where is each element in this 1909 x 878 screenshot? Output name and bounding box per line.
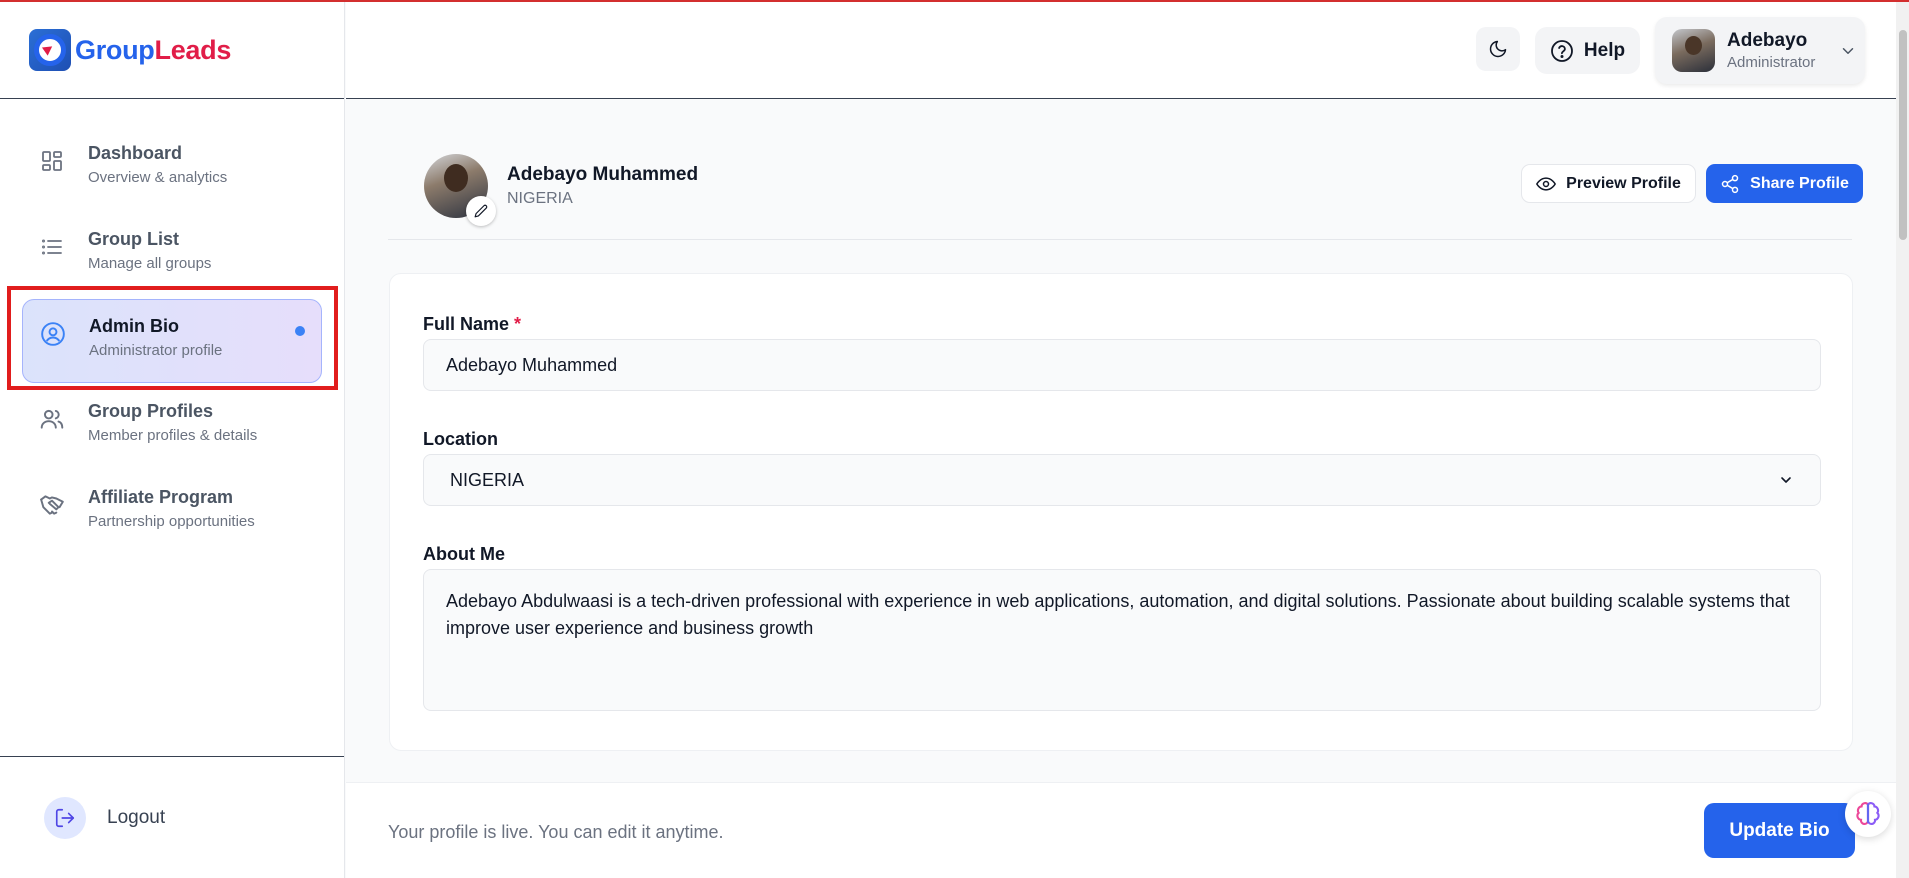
dark-mode-toggle[interactable] [1476,27,1520,71]
full-name-input[interactable]: Adebayo Muhammed [423,339,1821,391]
preview-profile-label: Preview Profile [1566,174,1681,192]
edit-avatar-button[interactable] [466,196,496,226]
grid-icon [38,147,66,175]
location-label: Location [423,429,498,449]
chevron-down-icon [1781,477,1791,483]
sidebar-item-label: Affiliate Program [88,487,234,507]
sidebar-item-affiliate-program[interactable]: Affiliate Program Partnership opportunit… [22,471,322,555]
sidebar-item-sublabel: Member profiles & details [88,427,258,444]
update-bio-button[interactable]: Update Bio [1704,803,1855,858]
profile-header: Adebayo Muhammed NIGERIA Preview Profile… [388,154,1863,240]
bio-form: Full Name * Adebayo Muhammed Location NI… [389,273,1853,751]
sidebar-item-label: Group Profiles [88,401,214,421]
preview-profile-button[interactable]: Preview Profile [1521,164,1696,203]
form-footer: Your profile is live. You can edit it an… [346,782,1896,878]
share-profile-button[interactable]: Share Profile [1706,164,1863,203]
chevron-down-icon [1843,47,1854,54]
moon-icon [1489,40,1507,58]
profile-country: NIGERIA [507,190,573,207]
sidebar-item-sublabel: Overview & analytics [88,169,228,186]
top-header: Help Adebayo Administrator [346,2,1896,99]
assistant-fab[interactable] [1845,791,1891,837]
scrollbar-thumb[interactable] [1899,30,1907,240]
main-content: Adebayo Muhammed NIGERIA Preview Profile… [346,99,1896,779]
page-scrollbar[interactable] [1896,2,1909,878]
sidebar-item-dashboard[interactable]: Dashboard Overview & analytics [22,127,322,211]
full-name-label: Full Name * [423,314,522,334]
brand-logo[interactable]: GroupLeads [0,2,344,99]
logo-icon [29,29,71,71]
share-profile-label: Share Profile [1750,174,1849,192]
about-me-label: About Me [423,544,505,564]
sidebar-item-label: Dashboard [88,143,183,163]
pencil-icon [474,204,488,218]
handshake-icon [38,491,66,519]
sidebar-item-group-list[interactable]: Group List Manage all groups [22,213,322,297]
help-label: Help [1583,39,1626,61]
brand-name: GroupLeads [75,34,232,65]
full-name-value: Adebayo Muhammed [446,354,618,375]
list-icon [38,233,66,261]
share-icon [1721,174,1739,193]
location-select[interactable]: NIGERIA [423,454,1821,506]
logout-icon[interactable] [44,796,86,839]
status-message: Your profile is live. You can edit it an… [388,822,724,842]
sidebar-item-group-profiles[interactable]: Group Profiles Member profiles & details [22,385,322,469]
location-value: NIGERIA [450,469,525,490]
highlight-annotation-box [7,286,338,390]
help-circle-icon [1551,39,1573,62]
user-menu[interactable]: Adebayo Administrator [1655,17,1865,84]
sidebar-footer: Logout [0,756,344,878]
brain-icon [1856,802,1880,825]
users-icon [38,405,66,433]
about-me-textarea[interactable]: Adebayo Abdulwaasi is a tech-driven prof… [423,569,1821,711]
user-role: Administrator [1727,54,1816,71]
help-button[interactable]: Help [1535,27,1640,74]
sidebar: GroupLeads Dashboard Overview & analytic… [0,2,345,878]
sidebar-item-sublabel: Partnership opportunities [88,513,255,530]
logout-button[interactable]: Logout [107,807,165,829]
sidebar-item-sublabel: Manage all groups [88,255,212,272]
eye-icon [1536,176,1557,191]
avatar [1672,29,1715,72]
sidebar-item-label: Group List [88,229,179,249]
profile-name: Adebayo Muhammed [507,164,699,185]
user-name: Adebayo [1727,30,1808,51]
